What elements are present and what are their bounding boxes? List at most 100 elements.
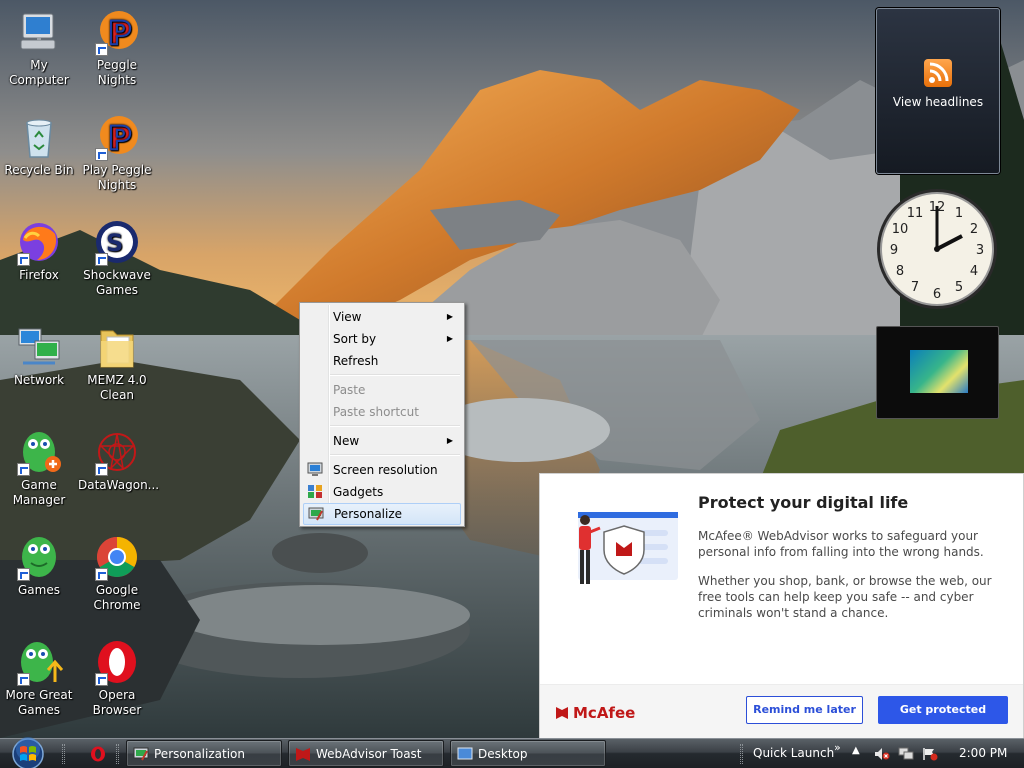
quick-launch-chevron-icon[interactable]: » [834,741,841,754]
desktop-icon-label: Opera Browser [92,688,142,717]
toast-footer: McAfee Remind me later Get protected [540,684,1023,738]
desktop-icon-firefox[interactable]: Firefox [0,218,78,283]
shortcut-arrow-icon [95,673,108,686]
shortcut-arrow-icon [95,43,108,56]
desktop-icon-label: Network [13,373,65,387]
clock-gadget[interactable]: 1212 345 678 91011 [874,186,1000,312]
desktop-icon-label: Shockwave Games [83,268,151,297]
view-headlines-link[interactable]: View headlines [877,95,999,109]
svg-text:3: 3 [976,243,984,258]
desktop-icon-label: Recycle Bin [4,163,74,177]
shortcut-arrow-icon [95,253,108,266]
menu-separator [330,454,460,456]
shortcut-arrow-icon [17,673,30,686]
desktop-icon-play-peggle-nights[interactable]: P Play Peggle Nights [78,113,156,193]
desktop-icon-label: Peggle Nights [96,58,138,87]
shortcut-arrow-icon [17,253,30,266]
network-status-icon[interactable] [898,747,914,761]
desktop-icon-games[interactable]: Games [0,533,78,598]
desktop-icon-label: More Great Games [5,688,73,717]
volume-muted-icon[interactable] [874,747,890,761]
svg-text:10: 10 [892,222,909,237]
desktop-icon-opera-browser[interactable]: Opera Browser [78,638,156,718]
taskbar-grip[interactable] [62,744,65,764]
menu-item-refresh[interactable]: Refresh [303,350,461,372]
show-hidden-icons-arrow-icon[interactable]: ▲ [852,745,860,756]
menu-item-paste[interactable]: Paste [303,379,461,401]
taskbar: Personalization WebAdvisor Toast Desktop… [0,737,1024,768]
svg-text:7: 7 [911,280,919,295]
desktop-icon-label: Google Chrome [93,583,141,612]
desktop-icon-recycle-bin[interactable]: Recycle Bin [0,113,78,178]
quick-launch-toolbar-label[interactable]: Quick Launch [753,739,834,768]
desktop-context-menu: View ▶ Sort by ▶ Refresh Paste Paste sho… [299,302,465,527]
menu-item-personalize[interactable]: Personalize [303,503,461,525]
taskbar-grip[interactable] [116,744,119,764]
mcafee-logo: McAfee [555,704,635,722]
desktop-icon-more-great-games[interactable]: More Great Games [0,638,78,718]
desktop-icon-label: Play Peggle Nights [82,163,152,192]
toast-description: McAfee® WebAdvisor works to safeguard yo… [698,529,984,559]
system-clock[interactable]: 2:00 PM [959,739,1007,768]
taskbar-grip[interactable] [740,744,743,764]
monitor-icon [307,462,323,476]
desktop-icon-peggle-nights[interactable]: P Peggle Nights [78,8,156,88]
desktop-icon-datawagon[interactable]: DataWagon... [78,428,160,493]
menu-separator [330,425,460,427]
desktop-icon-shockwave-games[interactable]: S Shockwave Games [78,218,156,298]
taskbar-button-desktop[interactable]: Desktop [450,740,606,767]
submenu-arrow-icon: ▶ [446,436,453,445]
webadvisor-toast: Protect your digital life McAfee® WebAdv… [539,473,1024,738]
menu-separator [330,374,460,376]
feed-headlines-gadget[interactable]: View headlines [876,8,1000,174]
taskbar-button-personalization[interactable]: Personalization [126,740,282,767]
slideshow-image [910,350,968,393]
desktop-icon-google-chrome[interactable]: Google Chrome [78,533,156,613]
svg-text:P: P [108,119,131,157]
personalization-icon [133,747,149,761]
desktop-icon-my-computer[interactable]: My Computer [0,8,78,88]
get-protected-button[interactable]: Get protected [878,696,1008,724]
menu-item-screen-resolution[interactable]: Screen resolution [303,459,461,481]
menu-item-new[interactable]: New ▶ [303,430,461,452]
mcafee-shield-icon [556,707,568,719]
desktop-icon-label: Game Manager [12,478,66,507]
network-icon [18,328,60,365]
menu-item-gadgets[interactable]: Gadgets [303,481,461,503]
shortcut-arrow-icon [17,463,30,476]
security-shield-illustration [578,512,678,584]
submenu-arrow-icon: ▶ [446,334,453,343]
desktop-icon-label: MEMZ 4.0 Clean [87,373,147,402]
svg-text:4: 4 [970,264,978,279]
svg-text:9: 9 [890,243,898,258]
desktop-icon-label: Firefox [19,268,59,282]
svg-text:11: 11 [907,206,924,221]
mcafee-icon [296,748,310,761]
slideshow-gadget[interactable] [876,326,999,419]
shortcut-arrow-icon [95,463,108,476]
remind-me-later-button[interactable]: Remind me later [746,696,863,724]
toast-description-secondary: Whether you shop, bank, or browse the we… [698,574,992,620]
start-button[interactable] [8,737,48,768]
svg-text:2: 2 [970,222,978,237]
analog-clock-icon: 1212 345 678 91011 [877,189,997,309]
gadgets-icon [308,485,322,498]
menu-item-view[interactable]: View ▶ [303,306,461,328]
opera-quicklaunch-icon[interactable] [90,746,106,762]
action-center-flag-icon[interactable] [922,747,938,761]
svg-text:S: S [106,229,123,257]
desktop-icon [457,747,473,760]
desktop-icon-game-manager[interactable]: Game Manager [0,428,78,508]
folder-icon [100,330,134,368]
taskbar-button-webadvisor-toast[interactable]: WebAdvisor Toast [288,740,444,767]
computer-icon [20,13,56,50]
menu-item-sort-by[interactable]: Sort by ▶ [303,328,461,350]
desktop-icon-memz-folder[interactable]: MEMZ 4.0 Clean [78,323,156,403]
shortcut-arrow-icon [95,148,108,161]
desktop-icon-label: DataWagon... [78,478,160,492]
personalize-icon [308,507,324,521]
svg-text:1: 1 [955,206,963,221]
shortcut-arrow-icon [95,568,108,581]
desktop-icon-network[interactable]: Network [0,323,78,388]
menu-item-paste-shortcut[interactable]: Paste shortcut [303,401,461,423]
